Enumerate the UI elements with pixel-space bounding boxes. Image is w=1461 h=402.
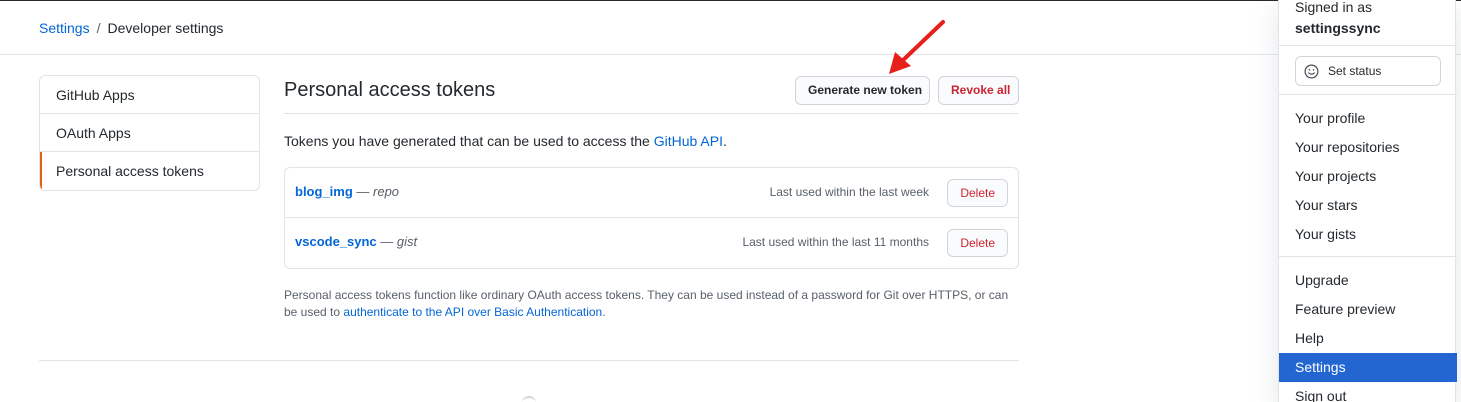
- token-scope-value: repo: [373, 184, 400, 199]
- token-last-used: Last used within the last 11 months: [742, 235, 929, 249]
- menu-item-sign-out[interactable]: Sign out: [1279, 382, 1457, 402]
- delete-token-button[interactable]: Delete: [947, 179, 1008, 207]
- menu-item-help[interactable]: Help: [1279, 324, 1457, 353]
- signed-in-label: Signed in as: [1295, 0, 1373, 15]
- token-note-end: .: [602, 305, 606, 319]
- red-arrow-icon: [889, 20, 945, 74]
- breadcrumb-bar: Settings / Developer settings: [0, 1, 1461, 55]
- menu-divider: [1279, 45, 1457, 46]
- menu-item-your-gists[interactable]: Your gists: [1279, 220, 1457, 249]
- breadcrumb-settings-link[interactable]: Settings: [39, 20, 90, 36]
- token-note: Personal access tokens function like ord…: [284, 287, 1019, 321]
- breadcrumb-separator: /: [96, 20, 101, 36]
- token-name[interactable]: blog_img: [295, 184, 353, 199]
- menu-item-your-projects[interactable]: Your projects: [1279, 162, 1457, 191]
- set-status-label: Set status: [1328, 64, 1382, 78]
- intro-text-end: .: [722, 133, 727, 149]
- menu-item-feature-preview[interactable]: Feature preview: [1279, 295, 1457, 324]
- subhead: Personal access tokens Generate new toke…: [284, 75, 1019, 114]
- generate-new-token-button[interactable]: Generate new token: [795, 76, 930, 105]
- revoke-all-button[interactable]: Revoke all: [938, 76, 1019, 105]
- breadcrumb-current: Developer settings: [107, 20, 224, 36]
- delete-token-button[interactable]: Delete: [947, 229, 1008, 257]
- token-last-used: Last used within the last week: [769, 185, 929, 199]
- token-row: vscode_sync — gist Last used within the …: [285, 218, 1018, 268]
- menu-item-upgrade[interactable]: Upgrade: [1279, 266, 1457, 295]
- menu-item-settings[interactable]: Settings: [1279, 353, 1457, 382]
- loading-spinner-icon: [522, 396, 536, 402]
- menu-divider: [1279, 94, 1457, 95]
- content-divider: [39, 360, 1019, 361]
- basic-auth-link[interactable]: authenticate to the API over Basic Authe…: [343, 305, 602, 319]
- token-scope: — repo: [353, 184, 399, 199]
- intro-text-body: Tokens you have generated that can be us…: [284, 133, 654, 149]
- menu-item-your-profile[interactable]: Your profile: [1279, 104, 1457, 133]
- breadcrumb: Settings / Developer settings: [39, 20, 223, 36]
- intro-text: Tokens you have generated that can be us…: [284, 133, 727, 149]
- token-row: blog_img — repo Last used within the las…: [285, 168, 1018, 218]
- token-name[interactable]: vscode_sync: [295, 234, 377, 249]
- main-content: Personal access tokens Generate new toke…: [284, 75, 1019, 319]
- token-name-link[interactable]: vscode_sync — gist: [295, 234, 417, 249]
- user-dropdown-menu: Signed in as settingssync Set status You…: [1278, 0, 1457, 402]
- menu-item-your-stars[interactable]: Your stars: [1279, 191, 1457, 220]
- menu-item-your-repositories[interactable]: Your repositories: [1279, 133, 1457, 162]
- smiley-icon: [1304, 64, 1319, 79]
- token-scope-value: gist: [396, 234, 418, 249]
- token-dash: —: [376, 234, 397, 249]
- signed-in-username: settingssync: [1295, 20, 1381, 36]
- token-list: blog_img — repo Last used within the las…: [284, 167, 1019, 269]
- sidebar-item-oauth-apps[interactable]: OAuth Apps: [40, 114, 259, 152]
- set-status-button[interactable]: Set status: [1295, 56, 1441, 86]
- github-api-link[interactable]: GitHub API: [654, 133, 723, 149]
- token-scope: — gist: [377, 234, 417, 249]
- sidebar-item-github-apps[interactable]: GitHub Apps: [40, 76, 259, 114]
- menu-divider: [1279, 256, 1457, 257]
- token-name-link[interactable]: blog_img — repo: [295, 184, 399, 199]
- sidebar-item-personal-access-tokens[interactable]: Personal access tokens: [40, 152, 259, 190]
- token-dash: —: [352, 184, 374, 199]
- developer-settings-menu: GitHub Apps OAuth Apps Personal access t…: [39, 75, 260, 191]
- page-title: Personal access tokens: [284, 79, 496, 101]
